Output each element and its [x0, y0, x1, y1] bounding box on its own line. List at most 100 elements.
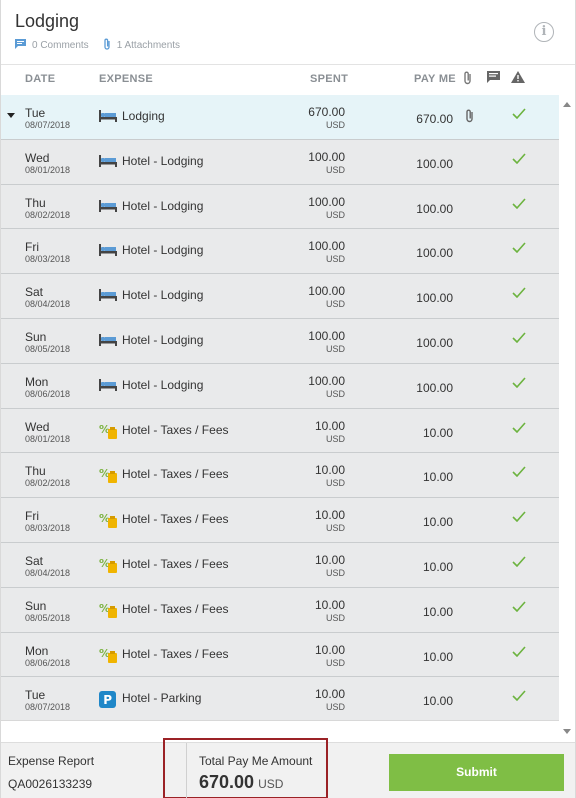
tax-fee-icon: % [99, 647, 117, 663]
header: Lodging 0 Comments 1 Attachments i [1, 0, 575, 65]
row-spent: 670.00 [308, 105, 345, 119]
svg-text:P: P [103, 693, 112, 707]
check-icon [512, 688, 526, 705]
row-pay-me: 10.00 [422, 694, 453, 709]
total-pay-me-value: 670.00 USD [199, 772, 283, 793]
comments-link[interactable]: 0 Comments [32, 40, 89, 51]
row-expense: Hotel - Parking [122, 691, 202, 706]
attachments-link[interactable]: 1 Attachments [117, 40, 180, 51]
row-day: Fri [25, 240, 39, 255]
row-spent: 100.00 [308, 149, 345, 164]
table-row[interactable]: Thu 08/02/2018% Hotel - Taxes / Fees 10.00 U… [1, 453, 559, 499]
row-expense: Lodging [122, 109, 165, 123]
warning-column-icon [511, 71, 525, 86]
row-spent: 100.00 [308, 373, 345, 388]
tax-fee-icon: % [99, 467, 117, 484]
row-spent: 100.00 [308, 284, 345, 299]
col-date[interactable]: DATE [25, 73, 55, 85]
expense-report-label: Expense Report [8, 754, 95, 768]
table-row[interactable]: Mon 08/06/2018% Hotel - Taxes / Fees 10.00 U… [1, 632, 559, 678]
parent-row[interactable]: Tue 08/07/2018 Lodging 670.00 USD 670.00 [1, 95, 559, 140]
table-row[interactable]: Sun 08/05/2018 Hotel - Lodging 100.00 USD 100… [1, 319, 559, 364]
row-expense: Hotel - Lodging [122, 243, 204, 258]
collapse-caret-icon[interactable] [7, 113, 15, 118]
row-expense: Hotel - Taxes / Fees [122, 422, 229, 437]
check-icon [512, 151, 526, 168]
scroll-up-arrow-icon[interactable] [563, 102, 571, 107]
scroll-down-arrow-icon[interactable] [563, 729, 571, 734]
total-currency: USD [258, 777, 284, 791]
row-date: 08/07/2018 [25, 702, 71, 713]
row-pay-me: 100.00 [416, 380, 453, 395]
row-expense: Hotel - Lodging [122, 377, 204, 392]
row-date: 08/01/2018 [25, 164, 71, 175]
bed-icon [99, 378, 117, 392]
table-row[interactable]: Sat 08/04/2018% Hotel - Taxes / Fees 10.00 U… [1, 543, 559, 588]
row-pay-me: 10.00 [422, 425, 453, 440]
row-spent: 10.00 [314, 463, 345, 478]
row-day: Sun [25, 598, 47, 613]
tax-fee-icon: % [99, 423, 117, 439]
expense-table: Tue 08/07/2018 Lodging 670.00 USD 670.00 Wed 08… [1, 95, 559, 720]
row-date: 08/03/2018 [25, 254, 71, 265]
row-expense: Hotel - Lodging [122, 153, 204, 168]
col-expense[interactable]: EXPENSE [99, 73, 153, 85]
row-pay-me: 100.00 [416, 156, 453, 171]
table-row[interactable]: Sat 08/04/2018 Hotel - Lodging 100.00 USD 100… [1, 274, 559, 319]
row-currency: USD [325, 388, 345, 399]
row-currency: USD [325, 657, 345, 668]
table-row[interactable]: Tue 08/07/2018 P Hotel - Parking 10.00 USD 10.… [1, 677, 559, 720]
row-pay-me: 100.00 [416, 246, 453, 261]
row-spent: 100.00 [308, 329, 345, 343]
row-date: 08/07/2018 [25, 120, 71, 130]
table-row[interactable]: Thu 08/02/2018 Hotel - Lodging 100.00 USD 100… [1, 184, 559, 230]
row-expense: Hotel - Taxes / Fees [122, 467, 229, 482]
expense-panel: Lodging 0 Comments 1 Attachments i DATE … [0, 0, 576, 798]
col-spent[interactable]: SPENT [310, 73, 348, 85]
check-icon [512, 509, 526, 526]
total-amount: 670.00 [199, 772, 255, 792]
row-expense: Hotel - Taxes / Fees [122, 512, 229, 527]
row-attachment-icon[interactable] [465, 109, 474, 126]
total-pay-me-label: Total Pay Me Amount [199, 754, 313, 768]
row-date: 08/06/2018 [25, 388, 71, 399]
row-pay-me: 10.00 [422, 604, 453, 619]
vertical-scrollbar[interactable] [559, 95, 575, 742]
col-pay-me[interactable]: PAY ME [414, 73, 456, 85]
table-row[interactable]: Fri 08/03/2018% Hotel - Taxes / Fees 10.00 U… [1, 498, 559, 543]
row-currency: USD [325, 120, 345, 130]
bed-icon [99, 243, 117, 257]
row-day: Thu [25, 195, 46, 210]
row-day: Tue [25, 688, 46, 703]
table-row[interactable]: Mon 08/06/2018 Hotel - Lodging 100.00 USD 100… [1, 363, 559, 409]
row-pay-me: 10.00 [422, 649, 453, 664]
tax-fee-icon: % [99, 557, 117, 573]
tax-fee-icon: % [99, 512, 117, 529]
table-row[interactable]: Wed 08/01/2018% Hotel - Taxes / Fees 10.00 U… [1, 408, 559, 454]
row-date: 08/04/2018 [25, 568, 71, 578]
row-pay-me: 10.00 [422, 470, 453, 485]
row-currency: USD [325, 612, 345, 623]
bed-icon [99, 333, 117, 347]
row-currency: USD [325, 254, 345, 265]
row-date: 08/02/2018 [25, 209, 71, 220]
row-currency: USD [325, 568, 345, 578]
table-row[interactable]: Fri 08/03/2018 Hotel - Lodging 100.00 USD 100… [1, 229, 559, 275]
check-icon [512, 196, 526, 213]
table-row[interactable]: Wed 08/01/2018 Hotel - Lodging 100.00 USD 100… [1, 139, 559, 185]
comment-column-icon [487, 71, 500, 86]
row-currency: USD [325, 164, 345, 175]
submit-button[interactable]: Submit [389, 754, 564, 791]
check-icon [512, 554, 526, 571]
bed-icon [99, 109, 117, 123]
row-spent: 10.00 [314, 418, 345, 433]
check-icon [512, 240, 526, 257]
row-date: 08/04/2018 [25, 299, 71, 310]
row-day: Tue [25, 106, 46, 120]
row-date: 08/06/2018 [25, 657, 71, 668]
info-icon[interactable]: i [534, 22, 554, 42]
row-spent: 100.00 [308, 239, 345, 254]
check-icon [512, 330, 526, 347]
table-row[interactable]: Sun 08/05/2018% Hotel - Taxes / Fees 10.00 U… [1, 587, 559, 633]
row-spent: 10.00 [314, 597, 345, 612]
